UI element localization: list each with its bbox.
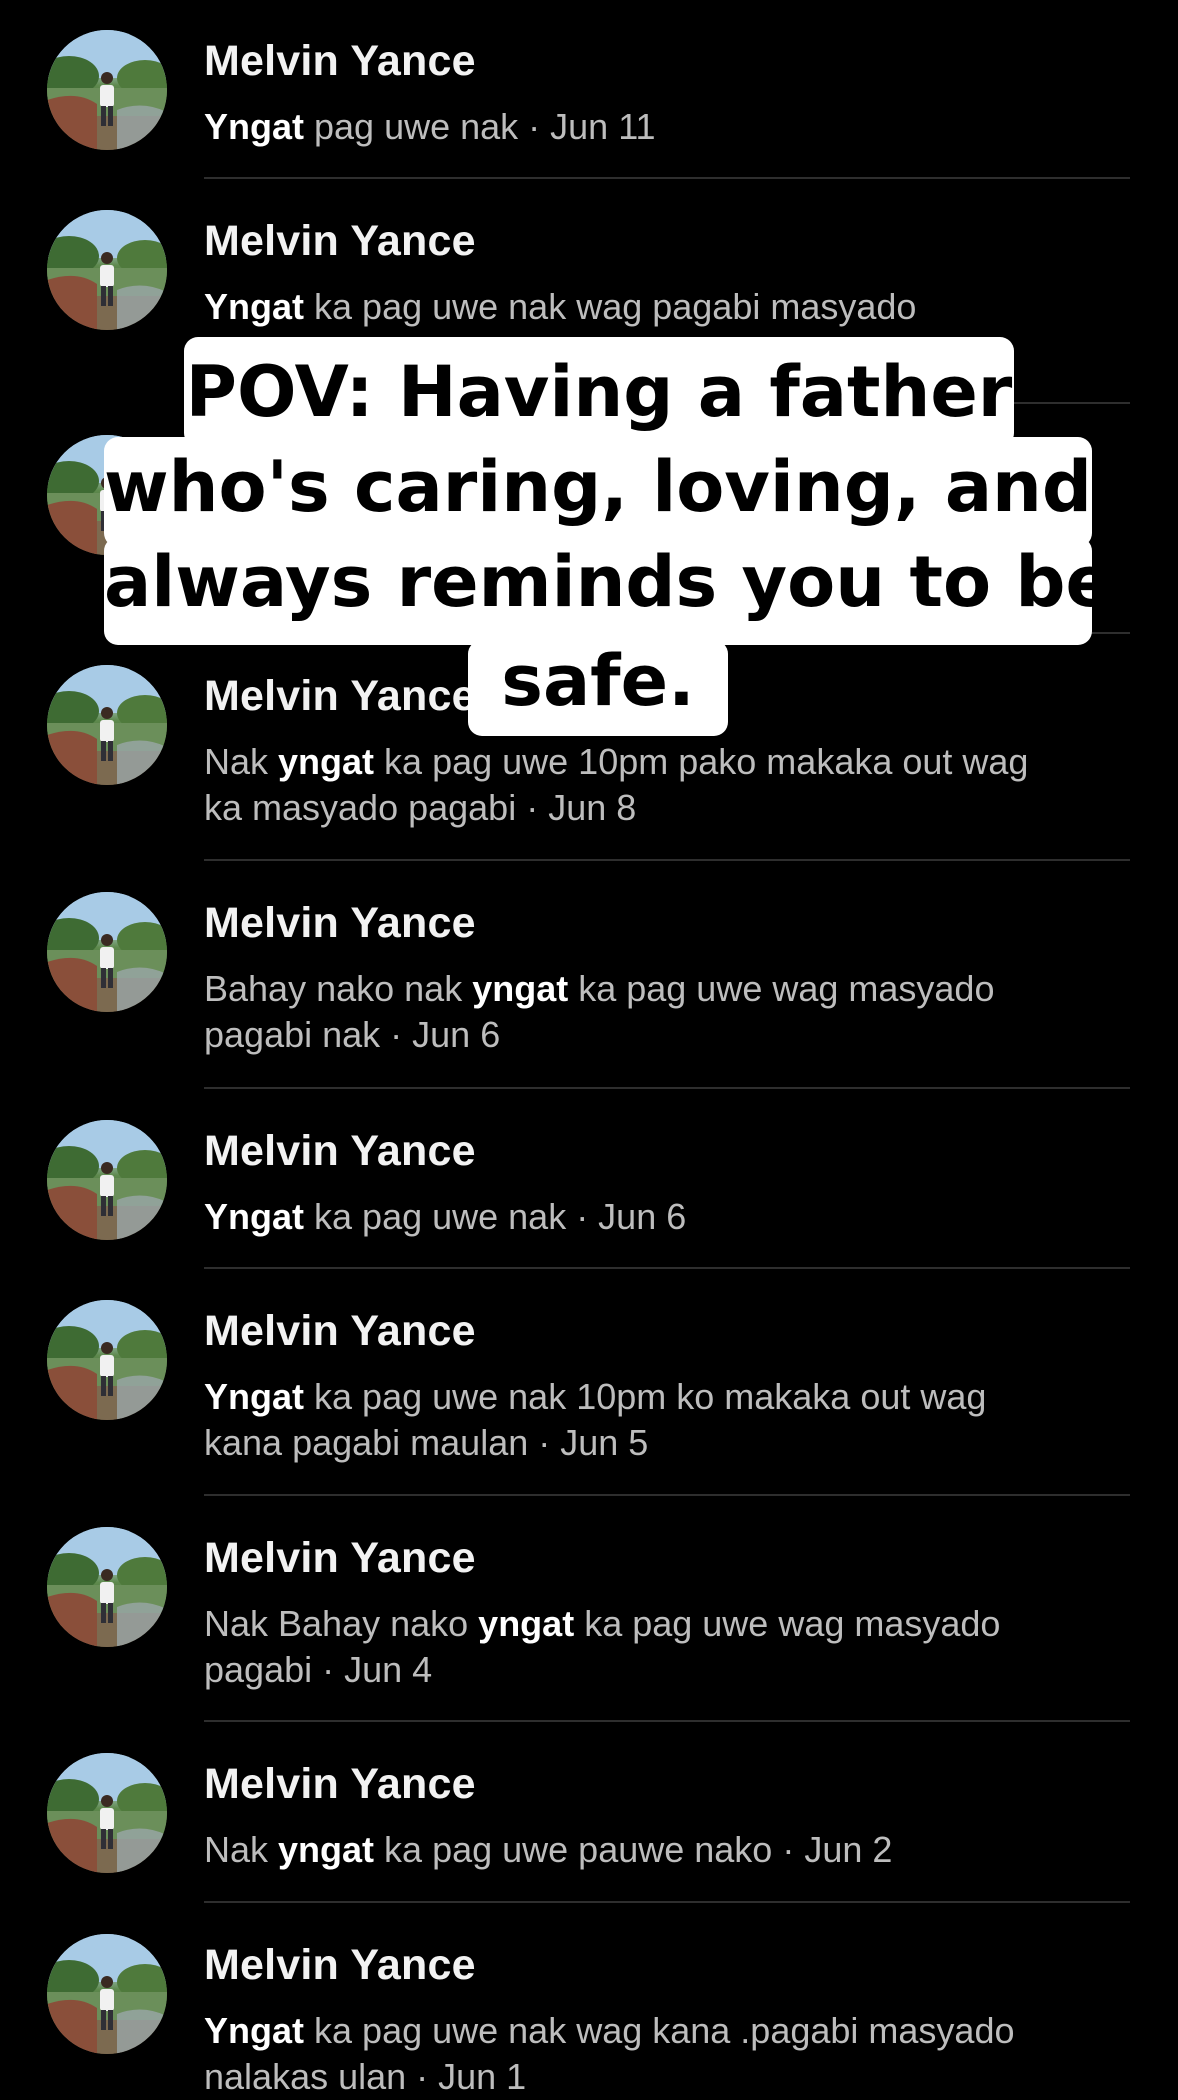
row-divider [204, 859, 1130, 861]
sender-name: Melvin Yance [204, 1127, 476, 1175]
message-preview: Nak yngat ka pag uwe 10pm pako makaka ou… [204, 739, 1134, 831]
message-preview: Bahay nako nak yngat ka pag uwe wag masy… [204, 966, 1134, 1058]
message-text: kana pagabi maulan · Jun 5 [204, 1422, 649, 1463]
highlighted-keyword: Yngat [204, 106, 305, 147]
message-preview: Yngat ka pag uwe nak · Jun 6 [204, 1194, 1134, 1240]
message-text: Nak [204, 1829, 279, 1870]
message-preview-line: pagabi · Jun 4 [204, 1647, 1134, 1693]
avatar[interactable] [47, 210, 167, 330]
message-text: pagabi nak · Jun 6 [204, 1014, 501, 1055]
row-divider [204, 632, 1130, 634]
message-preview-line: Nak yngat ka pag uwe 10pm pako makaka ou… [204, 739, 1134, 785]
avatar[interactable] [47, 1527, 167, 1647]
message-text: ka pag uwe nak 10pm ko makaka out wag [304, 1376, 987, 1417]
highlighted-keyword: Yngat [204, 1196, 305, 1237]
message-preview-line: Yngat pag uwe nak · Jun 11 [204, 104, 1134, 150]
highlighted-keyword: yngat [278, 741, 375, 782]
avatar-photo-icon [47, 30, 167, 150]
avatar[interactable] [47, 1934, 167, 2054]
message-text: n [204, 511, 225, 552]
message-text: ka pag uwe wag masyado [574, 1603, 1001, 1644]
message-text: Bahay nako nak [204, 968, 473, 1009]
message-preview-line: Nak Bahay nako yngat ka pag uwe wag masy… [204, 1601, 1134, 1647]
message-text: nalakas ulan · Jun 1 [204, 2056, 527, 2097]
message-text: Nak Bahay nako [204, 1603, 479, 1644]
message-preview-line: Yngat ka pag uwe nak 10pm ko makaka out … [204, 1374, 1134, 1420]
message-text: ka pag uwe 10pm pako makaka out wag [374, 741, 1029, 782]
sender-name: Melvin Yance [204, 1760, 476, 1808]
caption-box-line-4 [468, 640, 728, 736]
sender-name: Melvin Yance [204, 1534, 476, 1582]
avatar-photo-icon [47, 1120, 167, 1240]
sender-name: Melvin Yance [204, 1941, 476, 1989]
highlighted-keyword: yngat [278, 1829, 375, 1870]
row-divider [204, 402, 1130, 404]
message-text: pagabi · Jun 4 [204, 1649, 433, 1690]
message-preview: Nak Bahay nako yngat ka pag uwe wag masy… [204, 1601, 1134, 1693]
message-text: pag uwe nak · Jun 11 [304, 106, 656, 147]
message-preview-line: Yngat ka pag uwe nak · Jun 6 [204, 1194, 1134, 1240]
sender-name: Melvin Yance [204, 217, 476, 265]
highlighted-keyword: Yngat [204, 2010, 305, 2051]
message-preview-line: kana pagabi maulan · Jun 5 [204, 1420, 1134, 1466]
sender-name: Melvin Yance [204, 37, 476, 85]
message-preview-line: Yngat ka pag uwe nak wag pagabi masyado [204, 284, 1134, 330]
avatar-photo-icon [47, 1300, 167, 1420]
avatar-photo-icon [47, 1753, 167, 1873]
avatar[interactable] [47, 435, 167, 555]
message-preview: Yngat ka pag uwe nak wag pagabi masyado [204, 284, 1134, 330]
message-text: ka masyado pagabi · Jun 8 [204, 787, 637, 828]
row-divider [204, 1494, 1130, 1496]
message-text: ka pag uwe nak wag kana .pagabi masyado [304, 2010, 1015, 2051]
row-divider [204, 1267, 1130, 1269]
sender-name: Melvin Yance [204, 672, 476, 720]
message-preview-line: n [204, 509, 1134, 555]
row-divider [204, 1720, 1130, 1722]
avatar[interactable] [47, 1300, 167, 1420]
avatar-photo-icon [47, 435, 167, 555]
message-preview-line: pagabi nak · Jun 6 [204, 1012, 1134, 1058]
avatar-photo-icon [47, 892, 167, 1012]
message-preview-line: Nak yngat ka pag uwe pauwe nako · Jun 2 [204, 1827, 1134, 1873]
avatar[interactable] [47, 892, 167, 1012]
message-text: ka pag uwe nak wag pagabi masyado [304, 286, 917, 327]
avatar-photo-icon [47, 1934, 167, 2054]
caption-box-line-1 [184, 337, 1014, 447]
avatar-photo-icon [47, 210, 167, 330]
caption-line-4: safe. [501, 640, 695, 722]
avatar[interactable] [47, 30, 167, 150]
message-text: Nak [204, 741, 279, 782]
sender-name: Melvin Yance [204, 899, 476, 947]
message-preview-line: Bahay nako nak yngat ka pag uwe wag masy… [204, 966, 1134, 1012]
row-divider [204, 177, 1130, 179]
message-preview: Yngat ka pag uwe nak 10pm ko makaka out … [204, 1374, 1134, 1466]
avatar[interactable] [47, 1753, 167, 1873]
message-text: ka pag uwe pauwe nako · Jun 2 [374, 1829, 893, 1870]
message-preview-line: ka masyado pagabi · Jun 8 [204, 785, 1134, 831]
message-preview: n [204, 509, 1134, 555]
message-preview: Yngat ka pag uwe nak wag kana .pagabi ma… [204, 2008, 1134, 2100]
message-text: ka pag uwe nak · Jun 6 [304, 1196, 687, 1237]
caption-line-1: POV: Having a father [185, 351, 1013, 433]
message-preview: Yngat pag uwe nak · Jun 11 [204, 104, 1134, 150]
message-preview: Nak yngat ka pag uwe pauwe nako · Jun 2 [204, 1827, 1134, 1873]
highlighted-keyword: yngat [478, 1603, 575, 1644]
row-divider [204, 1901, 1130, 1903]
highlighted-keyword: yngat [472, 968, 569, 1009]
sender-name: Melvin Yance [204, 442, 476, 490]
message-preview-line: Yngat ka pag uwe nak wag kana .pagabi ma… [204, 2008, 1134, 2054]
message-text: ka pag uwe wag masyado [568, 968, 995, 1009]
highlighted-keyword: Yngat [204, 1376, 305, 1417]
highlighted-keyword: Yngat [204, 286, 305, 327]
sender-name: Melvin Yance [204, 1307, 476, 1355]
avatar-photo-icon [47, 1527, 167, 1647]
row-divider [204, 1087, 1130, 1089]
avatar[interactable] [47, 665, 167, 785]
avatar-photo-icon [47, 665, 167, 785]
avatar[interactable] [47, 1120, 167, 1240]
message-preview-line: nalakas ulan · Jun 1 [204, 2054, 1134, 2100]
